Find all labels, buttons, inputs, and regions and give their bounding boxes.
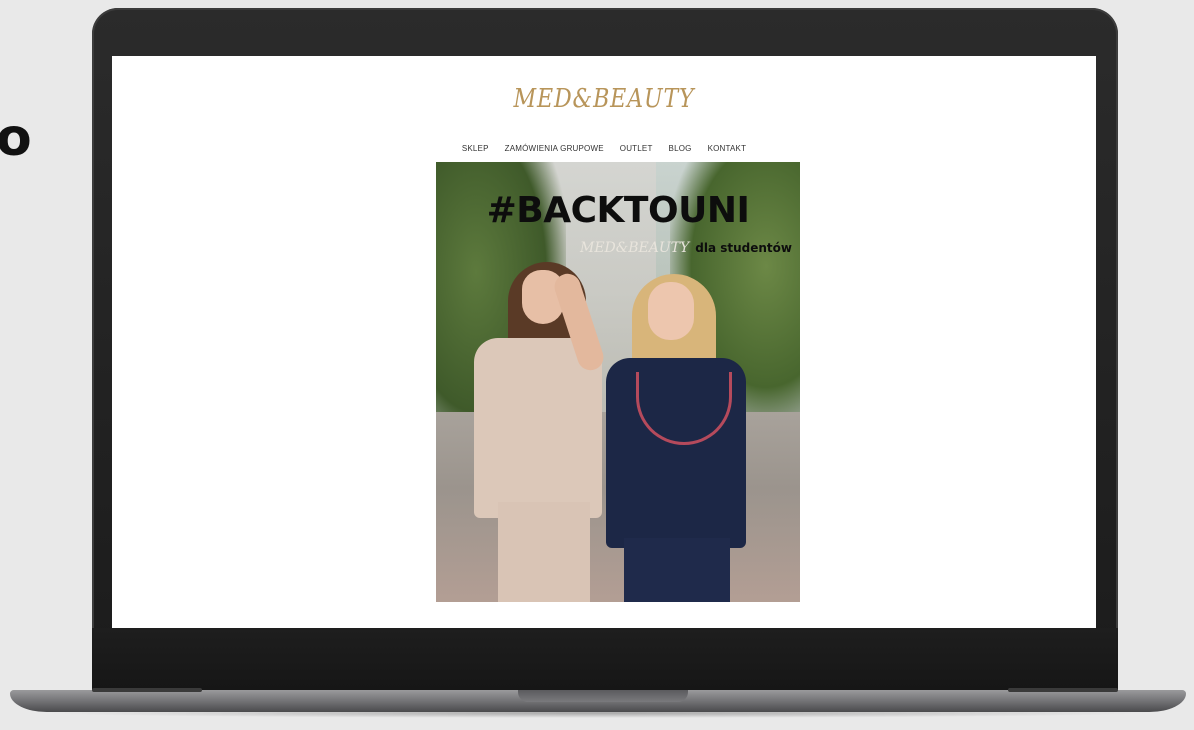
main-nav: SKLEP ZAMÓWIENIA GRUPOWE OUTLET BLOG KON… <box>112 144 1096 153</box>
hero-subtitle: MED&BEAUTY dla studentów <box>580 240 792 256</box>
nav-item-outlet[interactable]: OUTLET <box>620 144 653 153</box>
side-text-fragment: o <box>0 108 32 168</box>
hero-sub-text: dla studentów <box>695 241 792 255</box>
nav-item-sklep[interactable]: SKLEP <box>462 144 489 153</box>
hero-sub-logo: MED&BEAUTY <box>580 240 690 256</box>
laptop-bezel-bottom <box>92 628 1118 690</box>
nav-item-zamowienia-grupowe[interactable]: ZAMÓWIENIA GRUPOWE <box>505 144 604 153</box>
hero-banner[interactable]: #BACKTOUNI MED&BEAUTY dla studentów <box>436 162 800 602</box>
laptop-hinge-left <box>92 688 202 692</box>
nav-item-blog[interactable]: BLOG <box>669 144 692 153</box>
model-right-face <box>648 282 694 340</box>
site-logo[interactable]: MED&BEAUTY <box>186 84 1022 114</box>
laptop-screen: MED&BEAUTY SKLEP ZAMÓWIENIA GRUPOWE OUTL… <box>112 56 1096 628</box>
model-left-beige-scrub-pants <box>498 502 590 602</box>
nav-item-kontakt[interactable]: KONTAKT <box>708 144 747 153</box>
laptop-mockup: o MED&BEAUTY SKLEP ZAMÓWIENIA GRUPOWE OU… <box>0 0 1194 730</box>
model-right-navy-scrub-pants <box>624 538 730 602</box>
laptop-hinge-right <box>1008 688 1118 692</box>
hero-title: #BACKTOUNI <box>486 190 750 231</box>
laptop-lid-notch <box>518 690 688 702</box>
